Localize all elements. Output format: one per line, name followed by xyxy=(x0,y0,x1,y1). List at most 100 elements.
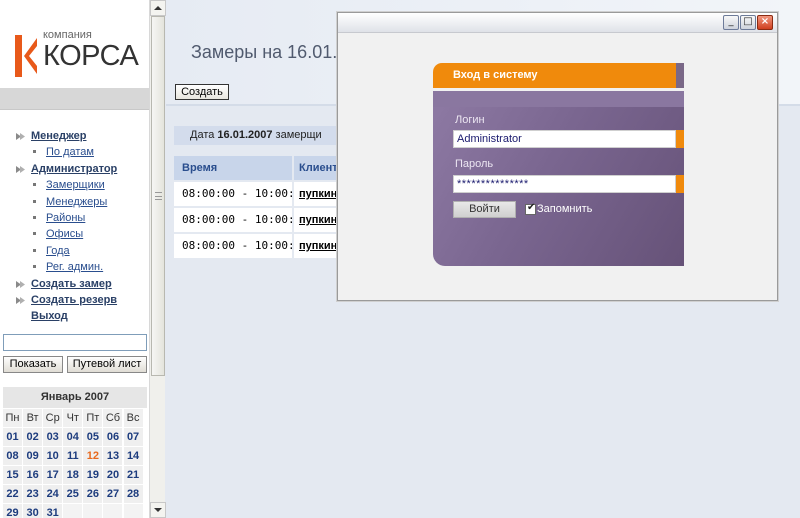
calendar-day[interactable]: 19 xyxy=(83,466,103,484)
calendar-day[interactable]: 29 xyxy=(3,504,22,518)
calendar-day[interactable]: 11 xyxy=(63,447,83,465)
calendar-day[interactable]: 09 xyxy=(23,447,43,465)
table-row: 08:00:00 - 10:00:00пупкин xyxy=(174,234,354,258)
page-title: Замеры на 16.01.2 xyxy=(191,42,348,62)
table-body: 08:00:00 - 10:00:00пупкин08:00:00 - 10:0… xyxy=(174,182,354,258)
date-prefix: Дата xyxy=(190,129,218,141)
bullet-icon xyxy=(33,183,36,187)
menu-item[interactable]: Создать замер xyxy=(0,276,149,292)
calendar-day[interactable]: 07 xyxy=(123,428,143,446)
menu-item-label: Менеджеры xyxy=(46,195,108,208)
calendar-day[interactable]: 21 xyxy=(123,466,143,484)
calendar-day[interactable]: 06 xyxy=(103,428,123,446)
calendar-day[interactable]: 17 xyxy=(43,466,63,484)
arrow-up-icon xyxy=(154,6,162,10)
calendar-day[interactable]: 27 xyxy=(103,485,123,503)
table-row: 08:00:00 - 10:00:00пупкин xyxy=(174,182,354,206)
calendar-day[interactable]: 01 xyxy=(3,428,22,446)
scroll-down-button[interactable] xyxy=(150,502,166,518)
menu-item[interactable]: Администратор xyxy=(0,161,149,177)
calendar-day-today[interactable]: 12 xyxy=(83,447,103,465)
date-suffix: замерщи xyxy=(272,129,322,141)
remember-checkbox[interactable]: ✔ xyxy=(525,202,536,215)
scroll-up-button[interactable] xyxy=(150,0,166,16)
menu-item[interactable]: Офисы xyxy=(0,226,149,242)
calendar-day[interactable]: 14 xyxy=(123,447,143,465)
sidebar-search-input[interactable] xyxy=(3,334,147,351)
menu-item[interactable]: Менеджеры xyxy=(0,194,149,210)
date-value: 16.01.2007 xyxy=(217,129,273,141)
grip-icon xyxy=(155,192,162,200)
calendar-day[interactable]: 02 xyxy=(23,428,43,446)
login-form: Логин Administrator Пароль *************… xyxy=(433,91,684,266)
remember-label[interactable]: Запомнить xyxy=(537,203,592,215)
calendar-day[interactable]: 28 xyxy=(123,485,143,503)
menu-item[interactable]: Создать резерв xyxy=(0,292,149,308)
calendar-weekday: Пт xyxy=(83,409,103,427)
calendar-week-row: 15 16 17 18 19 20 21 xyxy=(3,466,147,485)
menu-item-label: Года xyxy=(46,244,70,257)
calendar-weekday: Ср xyxy=(43,409,63,427)
time-cell: 08:00:00 - 10:00:00 xyxy=(174,182,294,206)
sidebar: компания КОРСА Менеджер По датам Администр… xyxy=(0,0,149,518)
bullet-icon xyxy=(33,248,36,252)
calendar-day[interactable]: 08 xyxy=(3,447,22,465)
sidebar-band xyxy=(0,88,149,110)
menu-item[interactable]: Года xyxy=(0,243,149,259)
minimize-button[interactable]: _ xyxy=(723,15,739,30)
vertical-scrollbar[interactable] xyxy=(149,0,166,518)
calendar-day[interactable]: 10 xyxy=(43,447,63,465)
login-input[interactable]: Administrator xyxy=(453,130,676,148)
scrollbar-thumb[interactable] xyxy=(151,16,165,376)
calendar-day[interactable]: 25 xyxy=(63,485,83,503)
calendar-day[interactable]: 05 xyxy=(83,428,103,446)
menu-arrow-icon xyxy=(16,165,25,173)
logo-mark-icon xyxy=(15,35,37,77)
calendar-day[interactable]: 13 xyxy=(103,447,123,465)
menu-item-label: Создать замер xyxy=(31,277,112,290)
menu-item[interactable]: По датам xyxy=(0,144,149,160)
calendar-day[interactable]: 30 xyxy=(23,504,43,518)
menu-item[interactable]: Рег. админ. xyxy=(0,259,149,275)
calendar-week-row: 29 30 31 xyxy=(3,504,147,518)
calendar-day[interactable]: 15 xyxy=(3,466,22,484)
login-button[interactable]: Войти xyxy=(453,201,516,218)
calendar-day[interactable]: 18 xyxy=(63,466,83,484)
column-header-time: Время xyxy=(174,156,294,180)
calendar-day[interactable]: 20 xyxy=(103,466,123,484)
bullet-icon xyxy=(33,199,36,203)
window-titlebar[interactable]: _ □ × xyxy=(338,13,777,33)
menu-item[interactable]: Районы xyxy=(0,210,149,226)
menu-item[interactable]: Замерщики xyxy=(0,177,149,193)
logo-name-text: КОРСА xyxy=(43,40,139,72)
menu-arrow-icon xyxy=(16,133,25,140)
calendar-day[interactable]: 31 xyxy=(43,504,63,518)
bullet-icon xyxy=(33,232,36,236)
password-label: Пароль xyxy=(455,158,494,170)
calendar-day[interactable]: 26 xyxy=(83,485,103,503)
calendar-day[interactable]: 23 xyxy=(23,485,43,503)
maximize-button[interactable]: □ xyxy=(740,15,756,30)
calendar-week-row: 22 23 24 25 26 27 28 xyxy=(3,485,147,504)
show-button[interactable]: Показать xyxy=(3,356,63,373)
calendar-week-row: 01 02 03 04 05 06 07 xyxy=(3,428,147,447)
time-cell: 08:00:00 - 10:00:00 xyxy=(174,234,294,258)
calendar-day[interactable]: 04 xyxy=(63,428,83,446)
menu-item[interactable]: Выход xyxy=(0,308,149,324)
calendar-day[interactable]: 16 xyxy=(23,466,43,484)
route-sheet-button[interactable]: Путевой лист xyxy=(67,356,147,373)
calendar-empty-cell xyxy=(83,504,103,518)
calendar-day[interactable]: 24 xyxy=(43,485,63,503)
password-input[interactable]: *************** xyxy=(453,175,676,193)
menu-item[interactable]: Менеджер xyxy=(0,128,149,144)
bullet-icon xyxy=(33,150,36,154)
calendar-empty-cell xyxy=(103,504,123,518)
close-button[interactable]: × xyxy=(757,15,773,30)
calendar-day[interactable]: 22 xyxy=(3,485,22,503)
arrow-down-icon xyxy=(154,508,162,512)
menu-item-label: Менеджер xyxy=(31,130,87,142)
menu-item-label: Выход xyxy=(31,310,68,323)
calendar-weekday-row: Пн Вт Ср Чт Пт Сб Вс xyxy=(3,409,147,428)
create-button[interactable]: Создать xyxy=(175,84,229,100)
calendar-day[interactable]: 03 xyxy=(43,428,63,446)
